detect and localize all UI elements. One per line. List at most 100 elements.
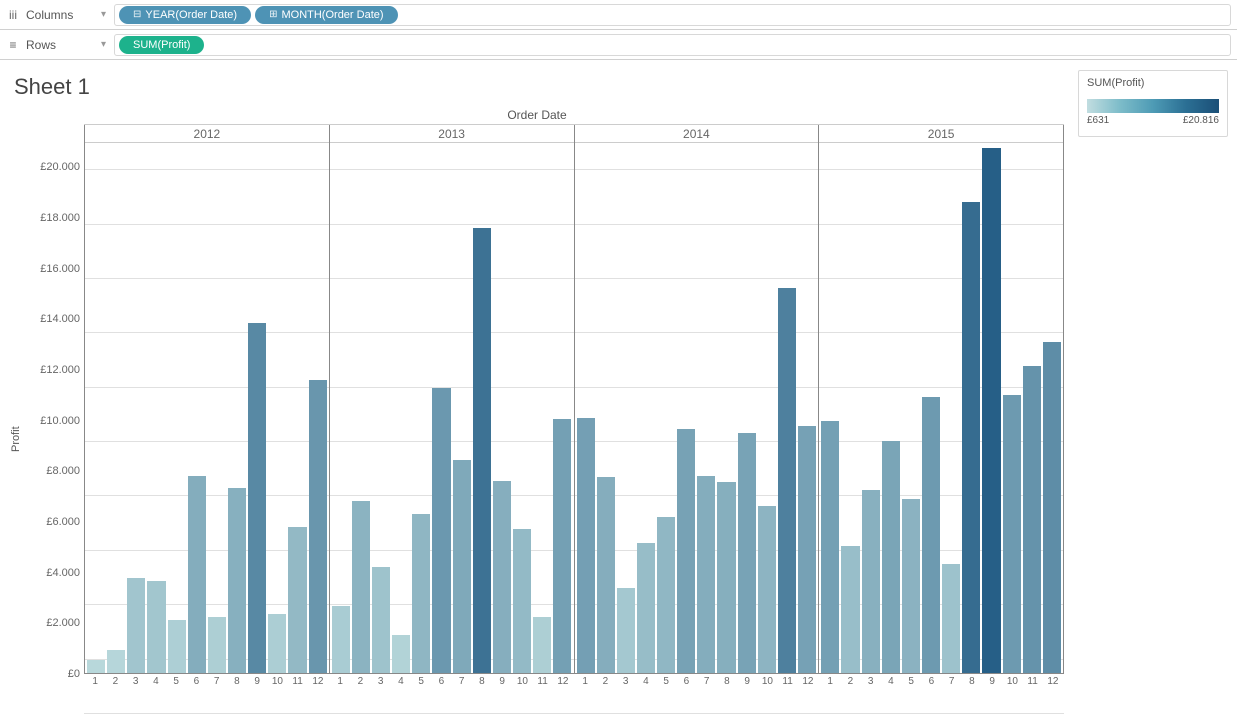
year-panel: 2013 bbox=[329, 125, 574, 673]
bar[interactable] bbox=[453, 460, 471, 673]
month-tick: 5 bbox=[167, 674, 185, 687]
bars-area bbox=[819, 143, 1063, 673]
bar[interactable] bbox=[493, 481, 511, 673]
bar[interactable] bbox=[533, 617, 551, 673]
bar[interactable] bbox=[738, 433, 756, 673]
plot-area: 2012201320142015 12345678910111212345678… bbox=[84, 124, 1064, 714]
month-tick: 2 bbox=[841, 674, 859, 687]
rows-shelf-label[interactable]: ≡ Rows ▾ bbox=[6, 38, 106, 52]
bar[interactable] bbox=[392, 635, 410, 673]
pill-label: SUM(Profit) bbox=[133, 39, 190, 51]
chevron-down-icon[interactable]: ▾ bbox=[101, 39, 106, 50]
y-axis: £0£2.000£4.000£6.000£8.000£10.000£12.000… bbox=[28, 124, 84, 714]
bar[interactable] bbox=[352, 501, 370, 673]
bar[interactable] bbox=[962, 202, 980, 673]
bar[interactable] bbox=[208, 617, 226, 673]
bar[interactable] bbox=[717, 482, 735, 673]
y-axis-title: Profit bbox=[10, 124, 28, 714]
bar[interactable] bbox=[778, 288, 796, 673]
month-tick: 6 bbox=[432, 674, 450, 687]
bar[interactable] bbox=[1023, 366, 1041, 673]
bar[interactable] bbox=[332, 606, 350, 673]
bar[interactable] bbox=[677, 429, 695, 673]
bar[interactable] bbox=[862, 490, 880, 673]
legend-max: £20.816 bbox=[1183, 115, 1219, 126]
columns-pill-area[interactable]: ⊟ YEAR(Order Date) ⊞MONTH(Order Date) bbox=[114, 4, 1231, 26]
bar[interactable] bbox=[412, 514, 430, 673]
month-tick: 3 bbox=[372, 674, 390, 687]
field-pill[interactable]: ⊞MONTH(Order Date) bbox=[255, 6, 397, 24]
bar[interactable] bbox=[127, 578, 145, 673]
month-tick: 8 bbox=[718, 674, 736, 687]
bar[interactable] bbox=[597, 477, 615, 673]
month-tick: 2 bbox=[351, 674, 369, 687]
month-tick: 4 bbox=[147, 674, 165, 687]
month-tick: 4 bbox=[392, 674, 410, 687]
bar[interactable] bbox=[107, 650, 125, 673]
bar[interactable] bbox=[513, 529, 531, 673]
gridline bbox=[84, 713, 1064, 714]
bar[interactable] bbox=[248, 323, 266, 673]
bar[interactable] bbox=[288, 527, 306, 673]
year-header[interactable]: 2012 bbox=[85, 125, 329, 143]
rows-pill-area[interactable]: SUM(Profit) bbox=[114, 34, 1231, 56]
y-tick-label: £16.000 bbox=[40, 263, 80, 275]
chevron-down-icon[interactable]: ▾ bbox=[101, 9, 106, 20]
field-pill[interactable]: ⊟ YEAR(Order Date) bbox=[119, 6, 251, 24]
month-tick: 11 bbox=[289, 674, 307, 687]
bar[interactable] bbox=[982, 148, 1000, 673]
bar[interactable] bbox=[758, 506, 776, 673]
bar[interactable] bbox=[882, 441, 900, 673]
pill-label: YEAR(Order Date) bbox=[145, 9, 237, 21]
field-pill[interactable]: SUM(Profit) bbox=[119, 36, 204, 54]
month-tick: 7 bbox=[208, 674, 226, 687]
bar[interactable] bbox=[228, 488, 246, 674]
bar[interactable] bbox=[188, 476, 206, 673]
month-labels: 123456789101112 bbox=[574, 674, 819, 687]
year-header[interactable]: 2014 bbox=[575, 125, 819, 143]
bar[interactable] bbox=[1043, 342, 1061, 673]
bars-area bbox=[85, 143, 329, 673]
columns-shelf-label[interactable]: iii Columns ▾ bbox=[6, 8, 106, 22]
y-tick-label: £12.000 bbox=[40, 364, 80, 376]
chart-wrap: Profit £0£2.000£4.000£6.000£8.000£10.000… bbox=[10, 124, 1064, 714]
rows-icon: ≡ bbox=[6, 38, 20, 52]
month-tick: 12 bbox=[554, 674, 572, 687]
bar[interactable] bbox=[147, 581, 165, 673]
month-tick: 12 bbox=[799, 674, 817, 687]
plot-row: 2012201320142015 bbox=[84, 125, 1064, 674]
bars-area bbox=[330, 143, 574, 673]
bar[interactable] bbox=[902, 499, 920, 673]
pill-collapse-icon: ⊟ bbox=[133, 9, 141, 20]
month-tick: 5 bbox=[412, 674, 430, 687]
bar[interactable] bbox=[637, 543, 655, 673]
bar[interactable] bbox=[798, 426, 816, 673]
bar[interactable] bbox=[697, 476, 715, 673]
bar[interactable] bbox=[577, 418, 595, 673]
bar[interactable] bbox=[821, 421, 839, 673]
bar[interactable] bbox=[87, 660, 105, 673]
sheet-title: Sheet 1 bbox=[14, 74, 1064, 100]
bar[interactable] bbox=[922, 397, 940, 673]
month-labels: 123456789101112 bbox=[84, 674, 329, 687]
bar[interactable] bbox=[372, 567, 390, 673]
bar[interactable] bbox=[168, 620, 186, 673]
bar[interactable] bbox=[553, 419, 571, 673]
year-header[interactable]: 2015 bbox=[819, 125, 1063, 143]
month-tick: 10 bbox=[268, 674, 286, 687]
bar[interactable] bbox=[432, 388, 450, 673]
bar[interactable] bbox=[841, 546, 859, 673]
bar[interactable] bbox=[268, 614, 286, 673]
year-header[interactable]: 2013 bbox=[330, 125, 574, 143]
bar[interactable] bbox=[942, 564, 960, 673]
y-tick-label: £4.000 bbox=[46, 567, 80, 579]
month-tick: 8 bbox=[963, 674, 981, 687]
month-tick: 1 bbox=[576, 674, 594, 687]
bar[interactable] bbox=[473, 228, 491, 673]
bar[interactable] bbox=[309, 380, 327, 673]
bar[interactable] bbox=[657, 517, 675, 673]
color-legend[interactable]: SUM(Profit) £631 £20.816 bbox=[1078, 70, 1228, 137]
month-tick: 2 bbox=[596, 674, 614, 687]
bar[interactable] bbox=[1003, 395, 1021, 673]
bar[interactable] bbox=[617, 588, 635, 673]
